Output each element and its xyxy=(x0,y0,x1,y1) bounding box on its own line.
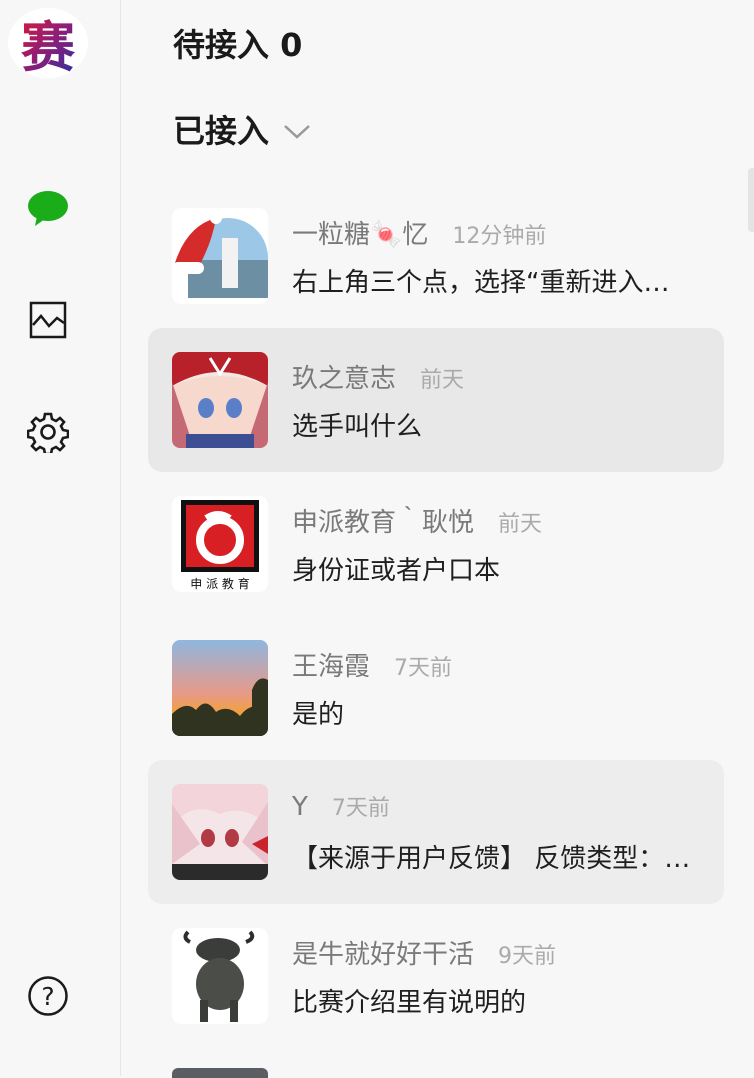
conversation-item[interactable]: 王海霞 7天前 是的 xyxy=(148,616,724,760)
chart-icon xyxy=(29,301,67,343)
avatar xyxy=(172,928,268,1024)
avatar-caption: 申 派 教 育 xyxy=(190,576,249,591)
conversation-item[interactable]: 是牛就好好干活 9天前 比赛介绍里有说明的 xyxy=(148,904,724,1048)
sidebar: 赛 ? xyxy=(0,0,121,1076)
message-preview: 是的 xyxy=(292,700,345,730)
accepted-section-toggle[interactable]: 已接入 xyxy=(173,106,311,152)
contact-name: 申派教育｀耿悦 xyxy=(292,508,475,538)
message-time: 前天 xyxy=(498,512,543,537)
chat-nav-button[interactable] xyxy=(26,188,70,232)
avatar xyxy=(172,784,268,880)
conversation-item[interactable]: 申 派 教 育 申派教育｀耿悦 前天 身份证或者户口本 xyxy=(148,472,724,616)
message-time: 7天前 xyxy=(394,656,453,681)
message-time: 9天前 xyxy=(498,944,557,969)
contact-name: 一粒糖🍬忆 xyxy=(292,220,429,250)
message-preview: 右上角三个点，选择“重新进入小程序” xyxy=(292,268,692,298)
accepted-label: 已接入 xyxy=(173,112,270,150)
help-icon: ? xyxy=(27,975,69,1021)
contact-name: 是牛就好好干活 xyxy=(292,940,475,970)
next-conversation-avatar-peek[interactable] xyxy=(172,1068,268,1078)
settings-nav-button[interactable] xyxy=(26,412,70,456)
message-preview: 比赛介绍里有说明的 xyxy=(292,988,527,1018)
message-preview: 【来源于用户反馈】 反馈类型：其他 xyxy=(292,844,692,874)
message-time: 前天 xyxy=(420,368,465,393)
svg-text:?: ? xyxy=(41,982,54,1011)
avatar xyxy=(172,352,268,448)
message-time: 7天前 xyxy=(331,796,390,821)
message-time: 12分钟前 xyxy=(452,224,547,249)
conversation-list: 一粒糖🍬忆 12分钟前 右上角三个点，选择“重新进入小程序” 玖之意志 前天 选… xyxy=(148,184,724,1048)
chat-icon xyxy=(27,189,69,231)
conversation-panel: 待接入 0 已接入 一粒糖🍬忆 12分钟前 右上角三个点，选择“重新进入小程序”… xyxy=(121,0,754,1076)
conversation-item[interactable]: 一粒糖🍬忆 12分钟前 右上角三个点，选择“重新进入小程序” xyxy=(148,184,724,328)
pending-queue-title[interactable]: 待接入 0 xyxy=(173,20,302,66)
logo-glyph: 赛 xyxy=(21,16,76,78)
avatar xyxy=(172,208,268,304)
scrollbar-thumb[interactable] xyxy=(748,168,754,232)
chevron-down-icon xyxy=(283,110,311,148)
contact-name: 玖之意志 xyxy=(292,364,397,394)
message-preview: 身份证或者户口本 xyxy=(292,556,501,586)
help-button[interactable]: ? xyxy=(26,976,70,1020)
message-preview: 选手叫什么 xyxy=(292,412,423,442)
gear-icon xyxy=(26,411,70,457)
avatar xyxy=(172,640,268,736)
app-logo[interactable]: 赛 xyxy=(8,8,88,78)
conversation-item[interactable]: Y 7天前 【来源于用户反馈】 反馈类型：其他 xyxy=(148,760,724,904)
contact-name: 王海霞 xyxy=(292,652,371,682)
conversation-item-selected[interactable]: 玖之意志 前天 选手叫什么 xyxy=(148,328,724,472)
stats-nav-button[interactable] xyxy=(26,300,70,344)
contact-name: Y xyxy=(292,792,308,822)
avatar: 申 派 教 育 xyxy=(172,496,268,592)
